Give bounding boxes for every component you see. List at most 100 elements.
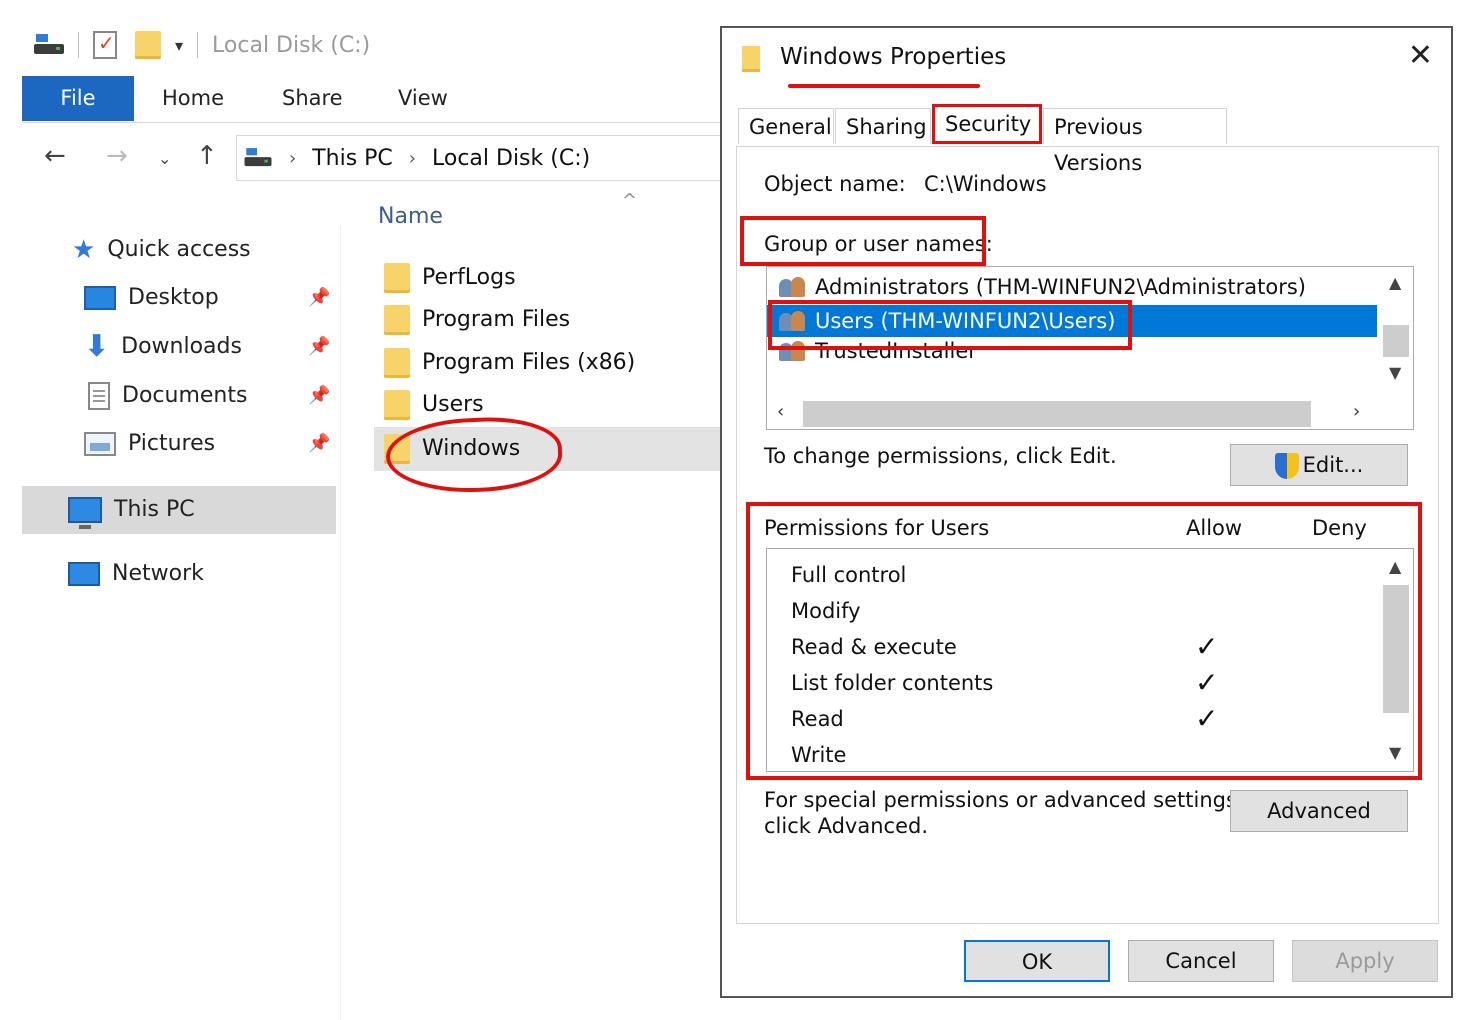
permissions-label: Permissions for Users — [764, 516, 990, 540]
desktop-icon — [84, 286, 116, 310]
tab-file[interactable]: File — [22, 76, 134, 121]
file-row[interactable]: PerfLogs — [384, 258, 516, 298]
permission-name: Full control — [791, 563, 907, 587]
special-permissions-text-line1: For special permissions or advanced sett… — [764, 788, 1244, 812]
chevron-right-icon[interactable]: › — [289, 148, 296, 169]
window-title: Local Disk (C:) — [212, 32, 371, 58]
tab-general[interactable]: General — [738, 108, 834, 144]
ribbon-tabs: File Home Share View — [22, 76, 720, 123]
annotation-underline — [788, 84, 980, 88]
horizontal-scrollbar[interactable]: ‹ › — [767, 397, 1413, 429]
advanced-button[interactable]: Advanced — [1230, 790, 1408, 832]
star-icon: ★ — [72, 235, 96, 265]
quick-access-toolbar: ▾ Local Disk (C:) — [34, 28, 370, 62]
pictures-icon — [84, 432, 116, 456]
scroll-thumb[interactable] — [1383, 325, 1409, 357]
allow-check-icon: ✓ — [1195, 630, 1219, 663]
navigation-bar: ← → ⌄ ↑ › This PC › Local Disk (C:) — [22, 135, 721, 181]
close-icon[interactable]: ✕ — [1408, 38, 1433, 73]
nav-this-pc[interactable]: This PC — [22, 486, 336, 534]
permission-row: Read ✓ — [791, 701, 1351, 737]
folder-icon — [742, 46, 760, 72]
permission-name: Read — [791, 707, 844, 731]
permission-name: Modify — [791, 599, 861, 623]
nav-label: Pictures — [128, 431, 216, 456]
permission-row: List folder contents ✓ — [791, 665, 1351, 701]
document-icon — [88, 382, 110, 410]
breadcrumb-this-pc[interactable]: This PC — [312, 146, 393, 171]
pin-icon[interactable]: 📌 — [308, 422, 330, 466]
allow-check-icon: ✓ — [1195, 702, 1219, 735]
pin-icon[interactable]: 📌 — [308, 374, 330, 418]
scroll-down-icon[interactable]: ▼ — [1389, 743, 1401, 762]
vertical-scrollbar[interactable]: ▲ ▼ — [1379, 549, 1413, 771]
scroll-right-icon[interactable]: › — [1353, 401, 1360, 422]
tab-share[interactable]: Share — [282, 76, 343, 121]
folder-icon — [384, 263, 410, 293]
nav-label: Quick access — [107, 237, 251, 262]
drive-icon[interactable] — [34, 34, 64, 56]
nav-pictures[interactable]: Pictures 📌 — [84, 422, 334, 466]
properties-icon[interactable] — [93, 31, 117, 59]
properties-dialog: Windows Properties ✕ General Sharing Sec… — [720, 26, 1453, 998]
permissions-list[interactable]: Full control Modify Read & execute ✓ Lis… — [766, 548, 1414, 772]
file-row[interactable]: Program Files (x86) — [384, 343, 635, 383]
users-icon — [777, 275, 809, 299]
nav-label: This PC — [114, 497, 195, 522]
dialog-title: Windows Properties — [780, 44, 1007, 70]
nav-label: Downloads — [121, 334, 242, 359]
computer-icon — [68, 497, 102, 529]
apply-button[interactable]: Apply — [1292, 940, 1438, 982]
scroll-left-icon[interactable]: ‹ — [777, 401, 784, 422]
pin-icon[interactable]: 📌 — [308, 325, 330, 369]
file-name: Program Files — [422, 307, 571, 332]
group-name: Administrators (THM-WINFUN2\Administrato… — [815, 275, 1306, 299]
edit-button[interactable]: Edit... — [1230, 444, 1408, 486]
special-permissions-text-line2: click Advanced. — [764, 814, 929, 838]
back-arrow-icon[interactable]: ← — [44, 141, 66, 171]
navigation-pane: ★ Quick access Desktop 📌 ⬇ Downloads 📌 D… — [22, 226, 341, 1020]
nav-label: Network — [112, 561, 204, 586]
toolbar-divider — [78, 32, 79, 58]
permission-row: Modify — [791, 593, 1351, 629]
annotation-box-selected-group — [768, 300, 1132, 350]
chevron-right-icon[interactable]: › — [409, 148, 416, 169]
scroll-up-icon[interactable]: ▲ — [1389, 557, 1401, 576]
up-arrow-icon[interactable]: ↑ — [196, 141, 218, 171]
nav-label: Documents — [122, 383, 248, 408]
nav-desktop[interactable]: Desktop 📌 — [84, 276, 334, 320]
nav-downloads[interactable]: ⬇ Downloads 📌 — [84, 325, 334, 369]
file-name: Program Files (x86) — [422, 350, 636, 375]
permission-row: Write — [791, 737, 1351, 773]
object-name-label: Object name: — [764, 172, 906, 196]
tab-home[interactable]: Home — [162, 76, 224, 121]
scroll-down-icon[interactable]: ▼ — [1389, 363, 1401, 382]
recent-locations-chevron-icon[interactable]: ⌄ — [158, 149, 171, 168]
tab-sharing[interactable]: Sharing — [835, 108, 931, 144]
vertical-scrollbar[interactable]: ▲ ▼ — [1379, 267, 1413, 397]
customize-toolbar-chevron-icon[interactable]: ▾ — [175, 36, 183, 55]
ok-button[interactable]: OK — [964, 940, 1110, 982]
cancel-button[interactable]: Cancel — [1128, 940, 1274, 982]
drive-icon — [244, 148, 272, 168]
list-item[interactable]: Administrators (THM-WINFUN2\Administrato… — [777, 271, 1306, 303]
nav-quick-access[interactable]: ★ Quick access — [72, 228, 251, 272]
address-bar[interactable]: › This PC › Local Disk (C:) — [236, 135, 721, 181]
file-list: Name ^ PerfLogs Program Files Program Fi… — [360, 190, 730, 1020]
scroll-thumb[interactable] — [803, 401, 1311, 427]
tab-previous-versions[interactable]: Previous Versions — [1043, 108, 1227, 175]
nav-documents[interactable]: Documents 📌 — [88, 374, 334, 418]
tab-view[interactable]: View — [398, 76, 448, 121]
pin-icon[interactable]: 📌 — [308, 276, 330, 320]
column-header-name[interactable]: Name — [378, 204, 443, 229]
nav-network[interactable]: Network — [68, 552, 204, 596]
new-folder-icon[interactable] — [135, 31, 161, 59]
scroll-up-icon[interactable]: ▲ — [1389, 273, 1401, 292]
edit-button-label: Edit... — [1302, 453, 1364, 477]
forward-arrow-icon[interactable]: → — [106, 141, 128, 171]
breadcrumb-local-disk[interactable]: Local Disk (C:) — [432, 146, 590, 171]
scroll-thumb[interactable] — [1383, 585, 1409, 713]
tab-security[interactable]: Security — [932, 104, 1042, 144]
file-row[interactable]: Program Files — [384, 300, 570, 340]
object-name-value: C:\Windows — [924, 172, 1047, 196]
